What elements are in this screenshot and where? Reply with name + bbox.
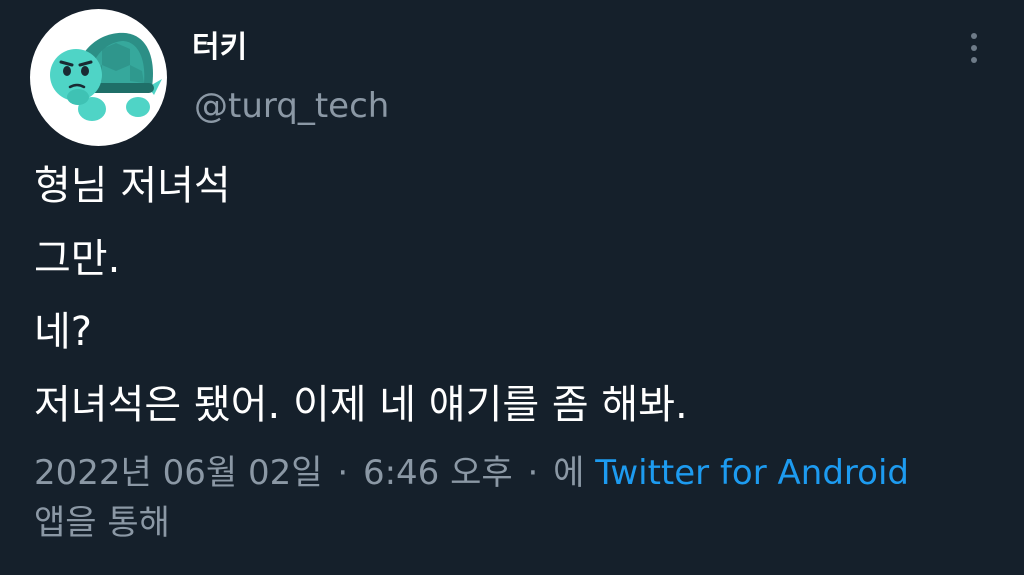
via-suffix: 앱을 통해 [34, 503, 170, 543]
more-vertical-icon [971, 45, 977, 51]
more-options-button[interactable] [960, 28, 988, 68]
author-handle[interactable]: @turq_tech [194, 86, 389, 126]
tweet-line: 저녀석은 됐어. 이제 네 얘기를 좀 해봐. [34, 382, 688, 428]
tweet-line: 네? [34, 309, 93, 355]
author-display-name[interactable]: 터키 [192, 22, 247, 66]
tweet-time[interactable]: 6:46 오후 [363, 453, 513, 493]
tweet-metadata: 2022년 06월 02일 · 6:46 오후 · 에 Twitter for … [34, 448, 984, 548]
more-vertical-icon [971, 57, 977, 63]
meta-separator: · [527, 453, 539, 493]
via-prefix: 에 [553, 453, 585, 493]
tweet-date[interactable]: 2022년 06월 02일 [34, 453, 323, 493]
tweet-line: 그만. [34, 236, 121, 282]
source-app-link[interactable]: Twitter for Android [595, 453, 909, 493]
tweet-line: 형님 저녀석 [34, 163, 231, 209]
tweet-text: 형님 저녀석 그만. 네? 저녀석은 됐어. 이제 네 얘기를 좀 해봐. [34, 150, 994, 442]
author-avatar[interactable] [30, 9, 167, 146]
meta-separator: · [337, 453, 349, 493]
turtle-avatar-icon [50, 32, 162, 121]
more-vertical-icon [971, 33, 977, 39]
